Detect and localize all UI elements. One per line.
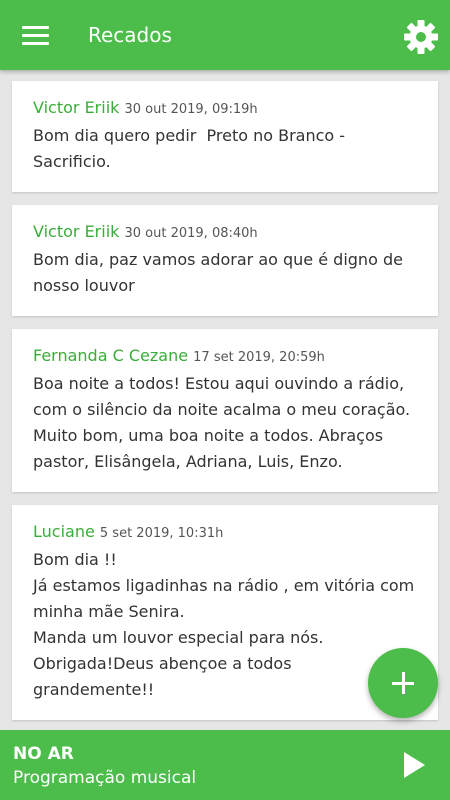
message-date: 30 out 2019, 08:40h (124, 226, 258, 241)
message-author: Victor Eriik (33, 98, 120, 117)
message-text: Bom dia, paz vamos adorar ao que é digno… (33, 250, 403, 295)
program-name: Programação musical (13, 768, 197, 788)
message-author: Victor Eriik (33, 222, 120, 241)
app-bar: Recados (0, 0, 450, 70)
message-card: Victor Eriik 30 out 2019, 08:40h Bom dia… (12, 205, 438, 316)
play-icon[interactable] (396, 746, 434, 784)
on-air-label: NO AR (13, 744, 74, 764)
add-message-button[interactable] (368, 648, 438, 718)
message-text: Bom dia quero pedir Preto no Branco - Sa… (33, 126, 346, 171)
gear-icon[interactable] (400, 18, 440, 58)
player-bar[interactable]: NO AR Programação musical (0, 730, 450, 800)
message-author: Fernanda C Cezane (33, 346, 189, 365)
message-card: Victor Eriik 30 out 2019, 09:19h Bom dia… (12, 81, 438, 192)
message-date: 17 set 2019, 20:59h (193, 350, 325, 365)
page-title: Recados (88, 23, 172, 47)
message-date: 30 out 2019, 09:19h (124, 102, 258, 117)
message-text: Bom dia !! Já estamos ligadinhas na rádi… (33, 550, 415, 699)
hamburger-menu-icon[interactable] (14, 19, 56, 53)
message-date: 5 set 2019, 10:31h (99, 526, 224, 541)
message-author: Luciane (33, 522, 95, 541)
message-text: Boa noite a todos! Estou aqui ouvindo a … (33, 374, 411, 471)
message-card: Fernanda C Cezane 17 set 2019, 20:59h Bo… (12, 329, 438, 492)
messages-list[interactable]: Victor Eriik 30 out 2019, 09:19h Bom dia… (0, 70, 450, 730)
